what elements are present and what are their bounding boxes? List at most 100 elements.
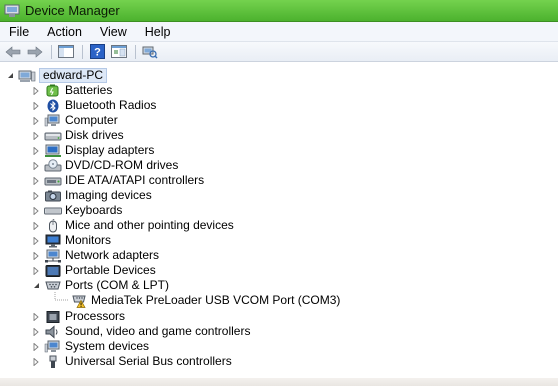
help-button[interactable]: ? — [87, 44, 107, 60]
expand-arrow-icon[interactable] — [32, 312, 40, 321]
expand-arrow-icon[interactable] — [32, 176, 40, 185]
tree-root[interactable]: edward-PC — [6, 68, 108, 83]
scan-hardware-icon — [142, 46, 158, 59]
back-button[interactable] — [3, 44, 23, 60]
menu-bar: File Action View Help — [0, 22, 558, 42]
monitor-icon — [44, 234, 62, 248]
show-hide-console-tree-button[interactable] — [56, 44, 76, 60]
tree-item-display-adapters[interactable]: Display adapters — [32, 143, 154, 158]
camera-icon — [44, 189, 62, 203]
toolbar-separator — [135, 44, 136, 59]
tree-item-label: Network adapters — [65, 248, 160, 262]
port-icon — [44, 279, 62, 293]
tree-item-label: Processors — [65, 309, 126, 323]
ide-controller-icon — [44, 174, 62, 188]
tree-item-label: Imaging devices — [65, 188, 152, 202]
expand-arrow-icon[interactable] — [32, 116, 40, 125]
device-tree: edward-PC Batteries Bluetooth Radios Com… — [0, 63, 558, 386]
expand-arrow-icon[interactable] — [32, 191, 40, 200]
expand-arrow-icon[interactable] — [32, 327, 40, 336]
properties-button[interactable] — [109, 44, 129, 60]
svg-text:?: ? — [94, 47, 101, 59]
expand-arrow-icon[interactable] — [32, 161, 40, 170]
sound-icon — [44, 324, 62, 339]
toolbar-separator — [51, 44, 52, 59]
expand-arrow-icon[interactable] — [32, 251, 40, 260]
tree-item-label: Bluetooth Radios — [65, 98, 157, 112]
expand-arrow-icon[interactable] — [32, 357, 40, 366]
network-adapter-icon — [44, 249, 62, 263]
tree-item-label: Ports (COM & LPT) — [65, 278, 170, 292]
tree-item-label: IDE ATA/ATAPI controllers — [65, 173, 205, 187]
tree-item-label: Display adapters — [65, 143, 155, 157]
scan-hardware-button[interactable] — [140, 44, 160, 60]
tree-item-network-adapters[interactable]: Network adapters — [32, 248, 159, 263]
tree-connector-line — [54, 292, 68, 301]
help-icon: ? — [89, 44, 105, 59]
show-hide-console-tree-icon — [58, 45, 74, 58]
tree-item-monitors[interactable]: Monitors — [32, 233, 111, 248]
window-title: Device Manager — [25, 3, 120, 18]
tree-item-sound-video-game-controllers[interactable]: Sound, video and game controllers — [32, 324, 250, 339]
dvd-drive-icon — [44, 158, 62, 173]
window-bottom-edge — [0, 378, 558, 386]
tree-item-mice-and-other-pointing-devices[interactable]: Mice and other pointing devices — [32, 218, 234, 233]
tree-item-label: Universal Serial Bus controllers — [65, 354, 232, 368]
tree-item-portable-devices[interactable]: Portable Devices — [32, 263, 156, 278]
tree-item-bluetooth-radios[interactable]: Bluetooth Radios — [32, 98, 156, 113]
menu-view[interactable]: View — [91, 25, 136, 39]
tree-item-label: Mice and other pointing devices — [65, 218, 234, 232]
toolbar: ? — [0, 42, 558, 62]
battery-icon — [44, 84, 62, 98]
tree-item-label: MediaTek PreLoader USB VCOM Port (COM3) — [91, 293, 341, 307]
tree-item-ide-ata-atapi-controllers[interactable]: IDE ATA/ATAPI controllers — [32, 173, 204, 188]
expand-arrow-icon[interactable] — [32, 342, 40, 351]
tree-item-label: Keyboards — [65, 203, 123, 217]
collapse-arrow-icon[interactable] — [6, 72, 14, 80]
expand-arrow-icon[interactable] — [32, 131, 40, 140]
menu-help[interactable]: Help — [136, 25, 180, 39]
toolbar-separator — [82, 44, 83, 59]
tree-item-label: System devices — [65, 339, 150, 353]
expand-arrow-icon[interactable] — [32, 206, 40, 215]
tree-item-mediatek-preloader-port[interactable]: MediaTek PreLoader USB VCOM Port (COM3) — [70, 293, 340, 308]
tree-item-label: Portable Devices — [65, 263, 156, 277]
expand-arrow-icon[interactable] — [32, 146, 40, 155]
tree-item-imaging-devices[interactable]: Imaging devices — [32, 188, 152, 203]
expand-arrow-icon[interactable] — [32, 86, 40, 95]
computer-icon — [18, 69, 36, 83]
forward-button[interactable] — [25, 44, 45, 60]
expand-arrow-icon[interactable] — [32, 101, 40, 110]
tree-item-disk-drives[interactable]: Disk drives — [32, 128, 124, 143]
warning-port-icon — [70, 294, 88, 308]
tree-item-system-devices[interactable]: System devices — [32, 339, 149, 354]
tree-item-label: Batteries — [65, 83, 113, 97]
tree-item-label: Sound, video and game controllers — [65, 324, 251, 338]
tree-item-computer[interactable]: Computer — [32, 113, 118, 128]
forward-arrow-icon — [27, 45, 43, 58]
expand-arrow-icon[interactable] — [32, 221, 40, 230]
root-label: edward-PC — [39, 68, 108, 83]
tree-item-usb-controllers[interactable]: Universal Serial Bus controllers — [32, 354, 232, 369]
tree-item-label: DVD/CD-ROM drives — [65, 158, 179, 172]
keyboard-icon — [44, 204, 62, 218]
collapse-arrow-icon[interactable] — [32, 282, 40, 290]
tree-item-processors[interactable]: Processors — [32, 309, 125, 324]
properties-icon — [111, 45, 127, 58]
tree-item-keyboards[interactable]: Keyboards — [32, 203, 122, 218]
tree-item-ports-com-lpt[interactable]: Ports (COM & LPT) — [32, 278, 169, 293]
back-arrow-icon — [5, 45, 21, 58]
usb-icon — [44, 355, 62, 369]
mouse-icon — [44, 218, 62, 233]
tree-item-label: Disk drives — [65, 128, 124, 142]
computer-icon — [44, 114, 62, 128]
menu-action[interactable]: Action — [38, 25, 91, 39]
tree-item-batteries[interactable]: Batteries — [32, 83, 112, 98]
tree-item-dvd-cd-rom-drives[interactable]: DVD/CD-ROM drives — [32, 158, 178, 173]
expand-arrow-icon[interactable] — [32, 266, 40, 275]
title-bar[interactable]: Device Manager — [0, 0, 558, 22]
disk-drive-icon — [44, 129, 62, 143]
menu-file[interactable]: File — [0, 25, 38, 39]
tree-item-label: Monitors — [65, 233, 112, 247]
expand-arrow-icon[interactable] — [32, 236, 40, 245]
